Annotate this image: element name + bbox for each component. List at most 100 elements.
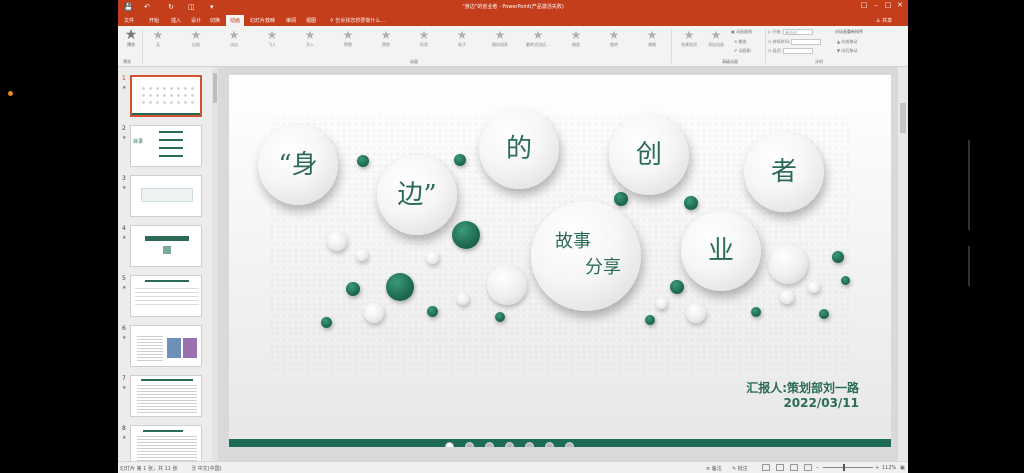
- move-earlier-button[interactable]: ▲ 向前移动: [837, 39, 857, 45]
- thumb-icon: [163, 246, 171, 254]
- ribbon-separator: [671, 29, 672, 63]
- add-animation-button[interactable]: ★ 添加动画: [703, 29, 729, 48]
- report-date: 2022/03/11: [783, 396, 859, 410]
- animation-painter-button[interactable]: ✐ 动画刷: [734, 48, 751, 54]
- panel-scroll-thumb[interactable]: [213, 73, 217, 103]
- green-ball: [684, 196, 698, 210]
- tab-animations[interactable]: 动画: [226, 15, 245, 26]
- slideshow-view-icon[interactable]: [804, 464, 812, 471]
- delay-input[interactable]: [783, 48, 814, 54]
- anim-split[interactable]: ★ 劈裂: [335, 29, 361, 48]
- tab-review[interactable]: 审阅: [286, 17, 296, 24]
- language-status[interactable]: 🖹 中文(中国): [192, 465, 222, 473]
- zoom-in-icon[interactable]: +: [875, 465, 879, 471]
- effect-options-icon: ★: [683, 28, 695, 42]
- notes-button[interactable]: ≡ 备注: [706, 465, 722, 472]
- ribbon-display-icon[interactable]: □: [858, 1, 870, 9]
- fit-slide-icon[interactable]: ▣: [900, 465, 905, 471]
- slide-thumbnail-panel: 1 ★ 2 ★ 目录 3 ★ 4 ★ 5 ★ 6 ★ 7 ★ 8 ★: [118, 67, 212, 467]
- anim-fade[interactable]: ★ 淡出: [221, 29, 247, 48]
- bubble-share-text: 分享: [585, 257, 621, 278]
- anim-grow-turn[interactable]: ★ 翻转式由远...: [525, 29, 551, 48]
- thumb-banner: [145, 236, 189, 241]
- tab-home[interactable]: 开始: [149, 17, 159, 24]
- sorter-view-icon[interactable]: [776, 464, 784, 471]
- start-field[interactable]: ▷ 开始: 单击时: [768, 29, 813, 35]
- anim-swivel[interactable]: ★ 旋转: [601, 29, 627, 48]
- anim-label: 旋转: [610, 42, 618, 47]
- anim-wheel[interactable]: ★ 轮子: [449, 29, 475, 48]
- delay-field[interactable]: ◷ 延迟:: [768, 48, 814, 54]
- anim-fly-in[interactable]: ★ 飞入: [259, 29, 285, 48]
- right-edge-bar-2: [968, 246, 970, 286]
- thumb-box: [141, 188, 193, 202]
- zoom-out-icon[interactable]: –: [816, 465, 819, 471]
- bubble-bian[interactable]: 边”: [377, 155, 457, 235]
- slide-thumbnail-7[interactable]: [130, 375, 202, 417]
- anim-label: 擦除: [382, 42, 390, 47]
- painter-label: 动画刷: [738, 48, 751, 53]
- tab-insert[interactable]: 插入: [171, 17, 181, 24]
- anim-bounce[interactable]: ★ 弹跳: [639, 29, 665, 48]
- reporter-textbox[interactable]: 汇报人:策划部刘一路 2022/03/11: [734, 381, 859, 411]
- reporter-name: 汇报人:策划部刘一路: [746, 381, 859, 395]
- anim-float-in[interactable]: ★ 浮入: [297, 29, 323, 48]
- add-animation-label: 添加动画: [708, 42, 724, 47]
- zoom-slider[interactable]: [823, 467, 873, 468]
- tab-view[interactable]: 视图: [306, 17, 316, 24]
- anim-zoom[interactable]: ★ 缩放: [563, 29, 589, 48]
- thumb-text: [137, 385, 197, 413]
- bubble-de[interactable]: 的: [479, 109, 559, 189]
- slide-scroll-thumb[interactable]: [900, 103, 906, 133]
- trigger-button[interactable]: ↯ 触发: [734, 39, 747, 45]
- bubble-zhe[interactable]: 者: [744, 132, 824, 212]
- move-later-button[interactable]: ▼ 向后移动: [837, 48, 857, 54]
- tab-transitions[interactable]: 切换: [210, 17, 220, 24]
- duration-field[interactable]: ◷ 持续时间:: [768, 39, 822, 45]
- share-button[interactable]: ♙ 共享: [876, 17, 892, 24]
- bubble-story-share[interactable]: 故事 分享: [531, 201, 641, 311]
- anim-label: 飞入: [268, 42, 276, 47]
- anim-shape[interactable]: ★ 形状: [411, 29, 437, 48]
- green-ball: [346, 282, 360, 296]
- slide-thumbnail-5[interactable]: [130, 275, 202, 317]
- anim-random-bars[interactable]: ★ 随机线条: [487, 29, 513, 48]
- slide-scrollbar[interactable]: [898, 67, 908, 461]
- anim-appear[interactable]: ★ 出现: [183, 29, 209, 48]
- trigger-label: 触发: [738, 39, 747, 44]
- bubble-shen[interactable]: “身: [258, 125, 338, 205]
- duration-input[interactable]: [791, 39, 822, 45]
- zoom-level[interactable]: 112%: [882, 465, 896, 471]
- maximize-icon[interactable]: □: [882, 1, 894, 9]
- zoom-slider-knob[interactable]: [843, 464, 845, 471]
- tell-me-search[interactable]: ⚲ 告诉我您想要做什么...: [330, 17, 385, 24]
- slide-thumbnail-4[interactable]: [130, 225, 202, 267]
- minimize-icon[interactable]: –: [870, 1, 882, 9]
- normal-view-icon[interactable]: [762, 464, 770, 471]
- preview-button[interactable]: ★ 预览: [118, 28, 144, 48]
- tab-slideshow[interactable]: 幻灯片放映: [250, 17, 275, 24]
- white-ball: [768, 244, 808, 284]
- tab-design[interactable]: 设计: [191, 17, 201, 24]
- anim-wipe[interactable]: ★ 擦除: [373, 29, 399, 48]
- bubble-ye[interactable]: 业: [681, 211, 761, 291]
- thumb-text: [137, 436, 197, 462]
- anim-none[interactable]: ★ 无: [145, 29, 171, 48]
- white-ball: [457, 293, 469, 305]
- slide-canvas[interactable]: “身 边” 的 创 者 故事 分享 业 汇报人:策划部刘一路 2022/03/1…: [229, 75, 891, 447]
- thumb-lines: [159, 131, 183, 161]
- animation-pane-button[interactable]: ▣ 动画窗格: [731, 29, 752, 35]
- slide-thumbnail-2[interactable]: 目录: [130, 125, 202, 167]
- green-ball: [321, 317, 332, 328]
- start-select[interactable]: 单击时: [783, 29, 813, 35]
- slide-thumbnail-6[interactable]: [130, 325, 202, 367]
- bubble-chuang[interactable]: 创: [609, 115, 689, 195]
- comments-button[interactable]: ✎ 批注: [732, 465, 748, 472]
- slide-thumbnail-1[interactable]: [130, 75, 202, 117]
- reading-view-icon[interactable]: [790, 464, 798, 471]
- slide-thumbnail-3[interactable]: [130, 175, 202, 217]
- effect-options-button[interactable]: ★ 效果选项: [676, 29, 702, 48]
- anim-label: 形状: [420, 42, 428, 47]
- close-icon[interactable]: ✕: [894, 1, 906, 9]
- tab-file[interactable]: 文件: [124, 17, 134, 24]
